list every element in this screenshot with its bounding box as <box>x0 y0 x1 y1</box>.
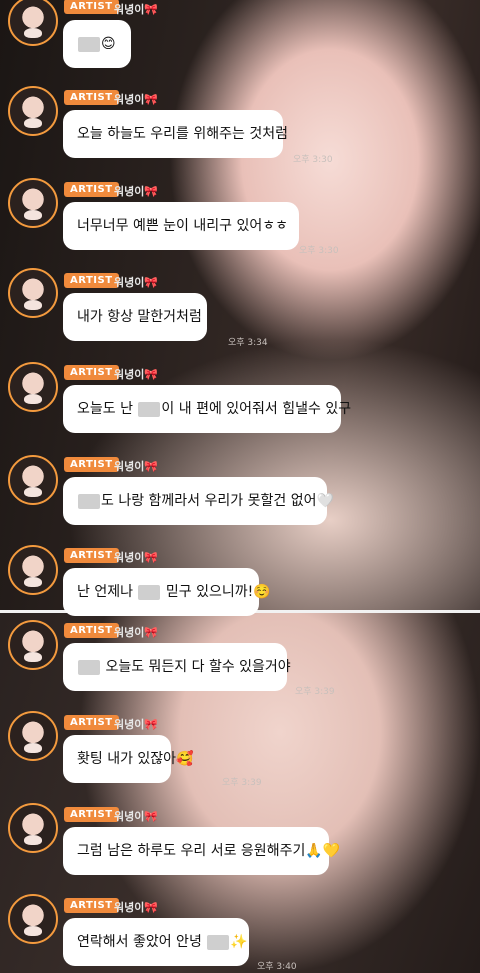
artist-nickname: 워녕이🎀 <box>114 716 158 732</box>
artist-badge: ARTIST <box>64 715 119 730</box>
bow-icon: 🎀 <box>144 901 159 914</box>
artist-avatar[interactable] <box>8 86 58 136</box>
message-bubble: 난 언제나 믿구 있으니까!☺️ <box>63 568 271 616</box>
nickname-text: 워녕이 <box>114 460 145 473</box>
message-timestamp: 오후 3:34 <box>228 338 268 348</box>
message-text: 도 나랑 함께라서 우리가 못할건 없어🤍 <box>101 493 334 509</box>
artist-nickname: 워녕이🎀 <box>114 91 158 107</box>
artist-badge: ARTIST <box>64 548 119 563</box>
message-text: 홧팅 내가 있잖아🥰 <box>77 751 194 767</box>
blurred-name <box>138 584 161 600</box>
artist-avatar[interactable] <box>8 455 58 505</box>
nickname-text: 워녕이 <box>114 368 145 381</box>
message-timestamp: 오후 3:30 <box>293 155 333 165</box>
artist-badge: ARTIST <box>64 273 119 288</box>
message-text: 믿구 있으니까!☺️ <box>161 584 271 600</box>
artist-badge: ARTIST <box>64 90 119 105</box>
artist-nickname: 워녕이🎀 <box>114 808 158 824</box>
artist-badge: ARTIST <box>64 807 119 822</box>
message-timestamp: 오후 3:40 <box>257 962 297 972</box>
artist-nickname: 워녕이🎀 <box>114 624 158 640</box>
message-bubble: 오늘 하늘도 우리를 위해주는 것처럼 <box>63 110 288 158</box>
message-bubble: 그럼 남은 하루도 우리 서로 응원해주기🙏💛 <box>63 827 340 875</box>
message-bubble: 홧팅 내가 있잖아🥰 <box>63 735 194 783</box>
blurred-name <box>78 36 100 52</box>
blurred-name <box>78 493 100 509</box>
artist-nickname: 워녕이🎀 <box>114 549 158 565</box>
message-timestamp: 오후 3:39 <box>295 687 335 697</box>
bow-icon: 🎀 <box>144 810 159 823</box>
artist-badge: ARTIST <box>64 898 119 913</box>
bow-icon: 🎀 <box>144 551 159 564</box>
artist-badge: ARTIST <box>64 623 119 638</box>
artist-avatar[interactable] <box>8 362 58 412</box>
nickname-text: 워녕이 <box>114 626 145 639</box>
message-text: 너무너무 예쁜 눈이 내리구 있어ㅎㅎ <box>77 218 288 234</box>
message-timestamp: 오후 3:30 <box>299 246 339 256</box>
nickname-text: 워녕이 <box>114 718 145 731</box>
bow-icon: 🎀 <box>144 718 159 731</box>
nickname-text: 워녕이 <box>114 901 145 914</box>
artist-avatar[interactable] <box>8 894 58 944</box>
message-text: 오늘도 난 <box>77 401 138 417</box>
message-text: 내가 항상 말한거처럼 <box>77 309 202 325</box>
message-bubble: 내가 항상 말한거처럼 <box>63 293 207 341</box>
artist-avatar[interactable] <box>8 268 58 318</box>
artist-avatar[interactable] <box>8 711 58 761</box>
artist-nickname: 워녕이🎀 <box>114 458 158 474</box>
message-text: 오늘도 뭐든지 다 할수 있을거야 <box>101 659 291 675</box>
blurred-name <box>207 934 230 950</box>
artist-avatar[interactable] <box>8 545 58 595</box>
bow-icon: 🎀 <box>144 93 159 106</box>
message-text: 이 내 편에 있어줘서 힘낼수 있구 <box>161 401 352 417</box>
bow-icon: 🎀 <box>144 368 159 381</box>
blurred-name <box>78 659 100 675</box>
message-bubble: 오늘도 난 이 내 편에 있어줘서 힘낼수 있구 <box>63 385 351 433</box>
message-bubble: 너무너무 예쁜 눈이 내리구 있어ㅎㅎ <box>63 202 299 250</box>
nickname-text: 워녕이 <box>114 93 145 106</box>
message-text: ✨ <box>230 934 248 950</box>
nickname-text: 워녕이 <box>114 276 145 289</box>
artist-nickname: 워녕이🎀 <box>114 274 158 290</box>
artist-badge: ARTIST <box>64 182 119 197</box>
message-text: 오늘 하늘도 우리를 위해주는 것처럼 <box>77 126 288 142</box>
message-text: 난 언제나 <box>77 584 138 600</box>
artist-avatar[interactable] <box>8 620 58 670</box>
bow-icon: 🎀 <box>144 460 159 473</box>
message-text: 연락해서 좋았어 안녕 <box>77 934 207 950</box>
message-text: 😊 <box>101 36 116 52</box>
artist-avatar[interactable] <box>8 803 58 853</box>
message-bubble: 도 나랑 함께라서 우리가 못할건 없어🤍 <box>63 477 334 525</box>
message-bubble: 😊 <box>63 20 131 68</box>
artist-nickname: 워녕이🎀 <box>114 183 158 199</box>
nickname-text: 워녕이 <box>114 551 145 564</box>
artist-badge: ARTIST <box>64 0 119 14</box>
artist-nickname: 워녕이🎀 <box>114 1 158 17</box>
artist-badge: ARTIST <box>64 457 119 472</box>
bow-icon: 🎀 <box>144 3 159 16</box>
nickname-text: 워녕이 <box>114 3 145 16</box>
artist-nickname: 워녕이🎀 <box>114 366 158 382</box>
blurred-name <box>138 401 161 417</box>
nickname-text: 워녕이 <box>114 185 145 198</box>
artist-nickname: 워녕이🎀 <box>114 899 158 915</box>
artist-badge: ARTIST <box>64 365 119 380</box>
nickname-text: 워녕이 <box>114 810 145 823</box>
bow-icon: 🎀 <box>144 276 159 289</box>
message-timestamp: 오후 3:39 <box>222 778 262 788</box>
bow-icon: 🎀 <box>144 626 159 639</box>
message-bubble: 오늘도 뭐든지 다 할수 있을거야 <box>63 643 291 691</box>
artist-avatar[interactable] <box>8 178 58 228</box>
bow-icon: 🎀 <box>144 185 159 198</box>
message-bubble: 연락해서 좋았어 안녕 ✨ <box>63 918 249 966</box>
message-text: 그럼 남은 하루도 우리 서로 응원해주기🙏💛 <box>77 843 341 859</box>
